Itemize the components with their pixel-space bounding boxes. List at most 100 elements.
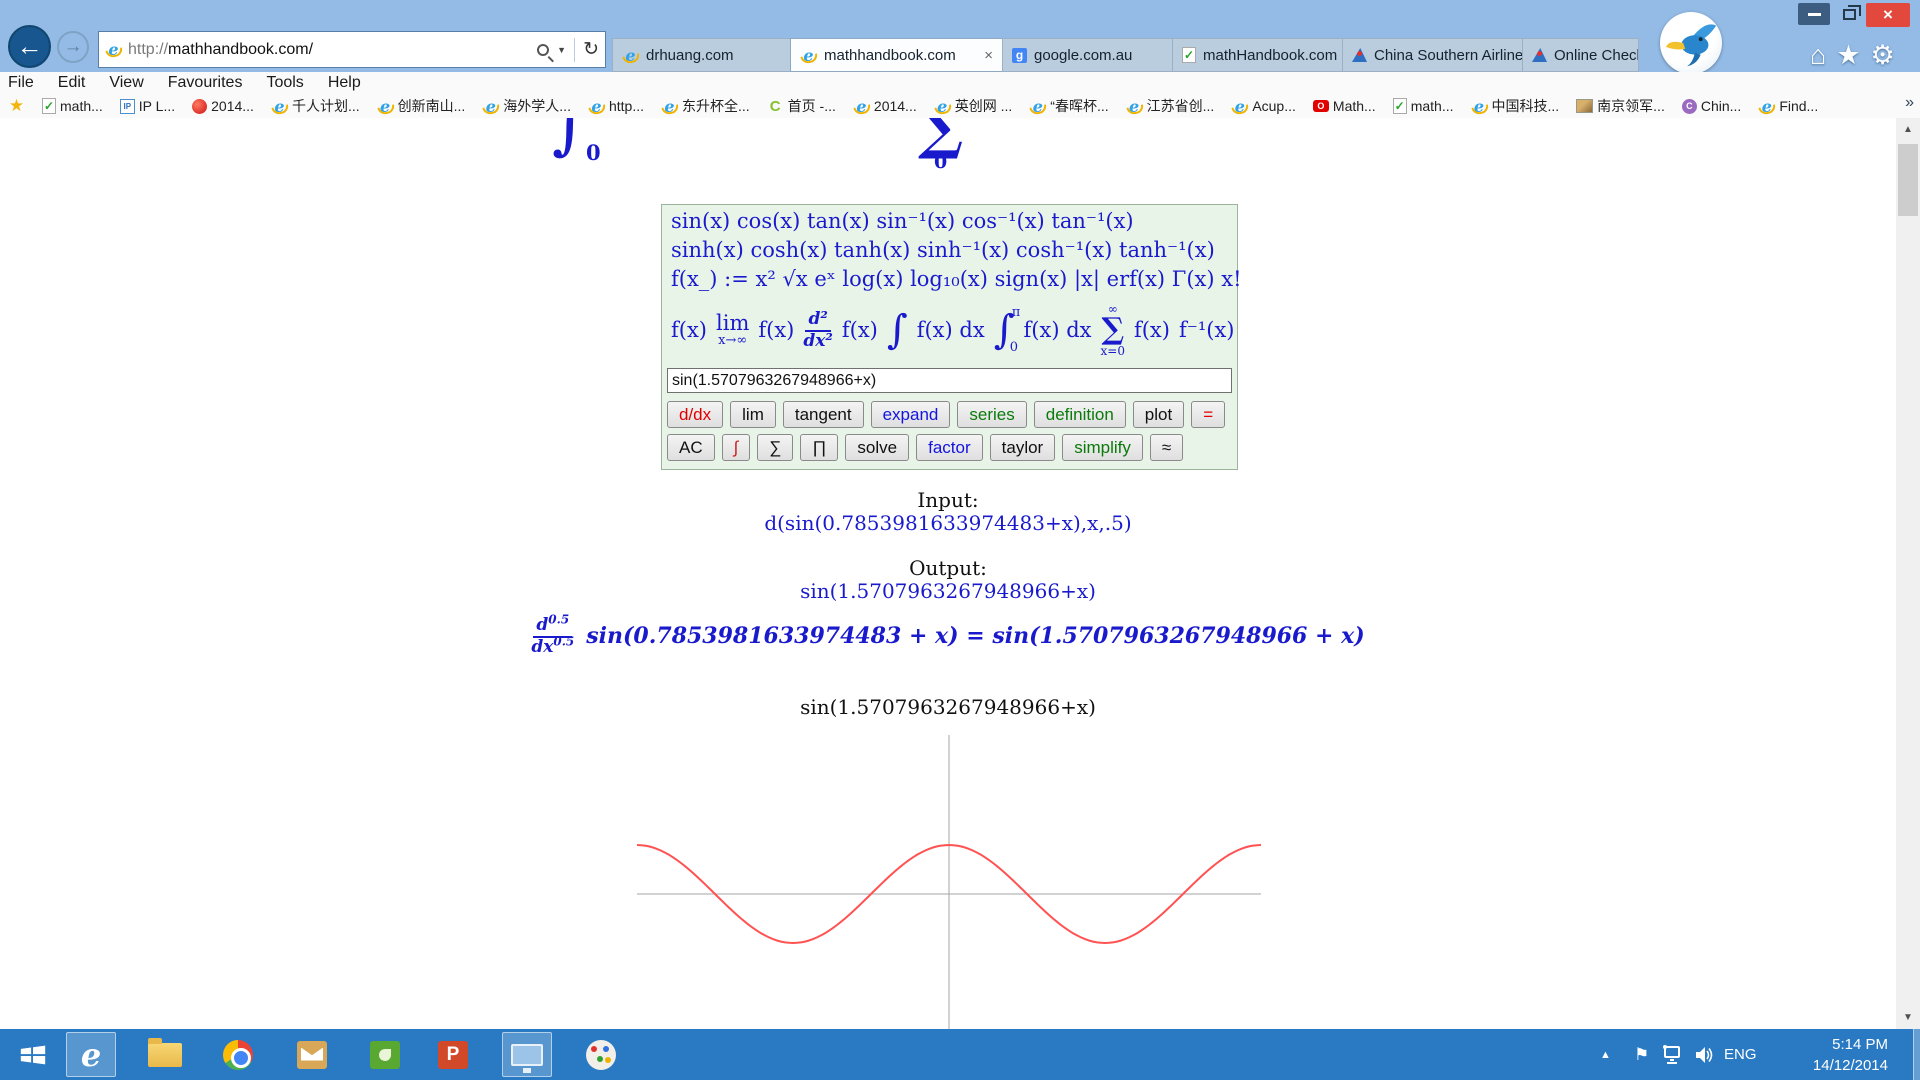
address-bar[interactable]: e http://mathhandbook.com/ ▼ ↻ (98, 31, 606, 68)
divider (574, 38, 575, 62)
close-button[interactable]: × (1866, 3, 1910, 27)
favorite-item[interactable]: e海外学人... (482, 96, 571, 116)
gear-icon[interactable]: ⚙ (1871, 40, 1895, 70)
favorite-item[interactable]: ehttp... (588, 98, 644, 115)
calc-button-[interactable]: = (1191, 401, 1225, 428)
favorite-item[interactable]: OMath... (1313, 98, 1376, 114)
output-label: Output: (0, 556, 1896, 580)
calc-button-definition[interactable]: definition (1034, 401, 1126, 428)
menu-help[interactable]: Help (328, 74, 361, 92)
refresh-icon[interactable]: ↻ (583, 38, 599, 61)
calc-button-factor[interactable]: factor (916, 434, 983, 461)
favorite-item[interactable]: e江苏省创... (1126, 96, 1215, 116)
calc-button-ddx[interactable]: d/dx (667, 401, 723, 428)
tab-label: China Southern Airline... (1374, 47, 1522, 64)
menu-edit[interactable]: Edit (58, 74, 86, 92)
calc-button-plot[interactable]: plot (1133, 401, 1184, 428)
tab-google-com-au[interactable]: ggoogle.com.au (1002, 38, 1172, 72)
network-icon[interactable] (1662, 1029, 1684, 1080)
calc-button-[interactable]: ∫ (722, 434, 751, 461)
ie-icon: e (853, 98, 870, 115)
forward-button[interactable]: → (57, 31, 89, 63)
favorites-overflow-chevron[interactable]: » (1905, 94, 1914, 112)
expression-input[interactable] (667, 368, 1232, 393)
search-icon[interactable] (537, 44, 549, 56)
volume-icon[interactable] (1694, 1029, 1716, 1080)
tab-china-southern-airline-[interactable]: China Southern Airline... (1342, 38, 1522, 72)
calc-button-[interactable]: ≈ (1150, 434, 1183, 461)
url-text[interactable]: http://mathhandbook.com/ (128, 41, 537, 59)
taskbar-item-chrome[interactable] (213, 1032, 263, 1077)
tab-mathhandbook-com-[interactable]: ✓mathHandbook.com -... (1172, 38, 1342, 72)
home-icon[interactable]: ⌂ (1810, 40, 1826, 70)
favorite-item[interactable]: 南京领军... (1576, 96, 1665, 116)
favorite-item[interactable]: 2014... (192, 98, 254, 114)
clock[interactable]: 5:14 PM 14/12/2014 (1788, 1029, 1888, 1080)
menu-favourites[interactable]: Favourites (168, 74, 243, 92)
tab-online-check-in[interactable]: Online Check-in (1522, 38, 1639, 72)
language-indicator[interactable]: ENG (1724, 1029, 1757, 1080)
taskbar-item-display-app[interactable] (502, 1032, 552, 1077)
tab-mathhandbook-com[interactable]: emathhandbook.com× (790, 38, 1002, 72)
favorite-item[interactable]: eFind... (1758, 98, 1818, 115)
calc-button-AC[interactable]: AC (667, 434, 715, 461)
favorite-item[interactable]: ✓math... (1393, 98, 1454, 114)
favorite-item[interactable]: e创新南山... (377, 96, 466, 116)
restore-button[interactable] (1836, 3, 1862, 25)
scroll-down-arrow[interactable]: ▼ (1896, 1006, 1920, 1029)
calc-button-lim[interactable]: lim (730, 401, 776, 428)
favorite-label: Acup... (1252, 98, 1296, 114)
calc-button-expand[interactable]: expand (871, 401, 951, 428)
tab-drhuang-com[interactable]: edrhuang.com (612, 38, 790, 72)
favorite-item[interactable]: e中国科技... (1471, 96, 1560, 116)
menu-view[interactable]: View (109, 74, 143, 92)
calc-button-tangent[interactable]: tangent (783, 401, 864, 428)
chevron-down-icon[interactable]: ▼ (557, 45, 566, 55)
calc-button-[interactable]: ∑ (757, 434, 793, 461)
taskbar-item-file-explorer[interactable] (140, 1032, 190, 1077)
scrollbar-thumb[interactable] (1898, 144, 1918, 216)
favorite-label: IP L... (139, 98, 175, 114)
ie-icon: e (1758, 98, 1775, 115)
favorite-item[interactable]: e东升杯全... (661, 96, 750, 116)
menu-file[interactable]: File (8, 74, 34, 92)
calc-button-series[interactable]: series (957, 401, 1026, 428)
calc-button-taylor[interactable]: taylor (990, 434, 1056, 461)
vertical-scrollbar[interactable]: ▲ ▼ (1896, 118, 1920, 1029)
tray-expand-icon[interactable]: ▲ (1600, 1029, 1611, 1080)
minimize-button[interactable] (1798, 3, 1830, 25)
favorite-item[interactable]: C首页 -... (767, 96, 836, 116)
menu-tools[interactable]: Tools (266, 74, 303, 92)
taskbar-item-powerpoint[interactable]: P (428, 1032, 478, 1077)
forward-icon: → (64, 36, 83, 58)
favorite-label: 江苏省创... (1147, 96, 1215, 116)
favorite-item[interactable]: e2014... (853, 98, 917, 115)
favorite-item[interactable]: e英创网 ... (934, 96, 1013, 116)
favorite-item[interactable]: eAcup... (1231, 98, 1296, 115)
action-center-flag-icon[interactable]: ⚑ (1634, 1029, 1649, 1080)
fx-label: f(x) (1134, 318, 1170, 342)
calc-button-[interactable]: ∏ (800, 434, 838, 461)
taskbar-item-internet-explorer[interactable]: e (66, 1032, 116, 1077)
taskbar-item-paint-palette[interactable] (576, 1032, 626, 1077)
calc-button-simplify[interactable]: simplify (1062, 434, 1143, 461)
oracle-icon: O (1313, 100, 1329, 112)
start-button[interactable] (8, 1032, 58, 1077)
taskbar-item-app-green[interactable] (360, 1032, 410, 1077)
favorite-item[interactable]: e“春晖杯... (1029, 96, 1108, 116)
back-button[interactable]: ← (8, 25, 51, 68)
favorite-item[interactable]: ✓math... (42, 98, 103, 114)
tab-close-icon[interactable]: × (984, 47, 993, 64)
derivative-denominator: dx² (803, 332, 832, 351)
calc-button-solve[interactable]: solve (845, 434, 909, 461)
bird-icon (1660, 12, 1722, 74)
favorite-item[interactable]: IPIP L... (120, 98, 175, 114)
scroll-up-arrow[interactable]: ▲ (1896, 118, 1920, 141)
show-desktop-button[interactable] (1913, 1029, 1920, 1080)
url-protocol: http:// (128, 41, 168, 58)
favorite-item[interactable]: CChin... (1682, 98, 1741, 114)
favorites-star-icon[interactable]: ★ (1836, 40, 1860, 70)
favorite-item[interactable]: e千人计划... (271, 96, 360, 116)
taskbar-item-outlook[interactable] (287, 1032, 337, 1077)
favorite-item[interactable]: ★ (8, 98, 25, 115)
